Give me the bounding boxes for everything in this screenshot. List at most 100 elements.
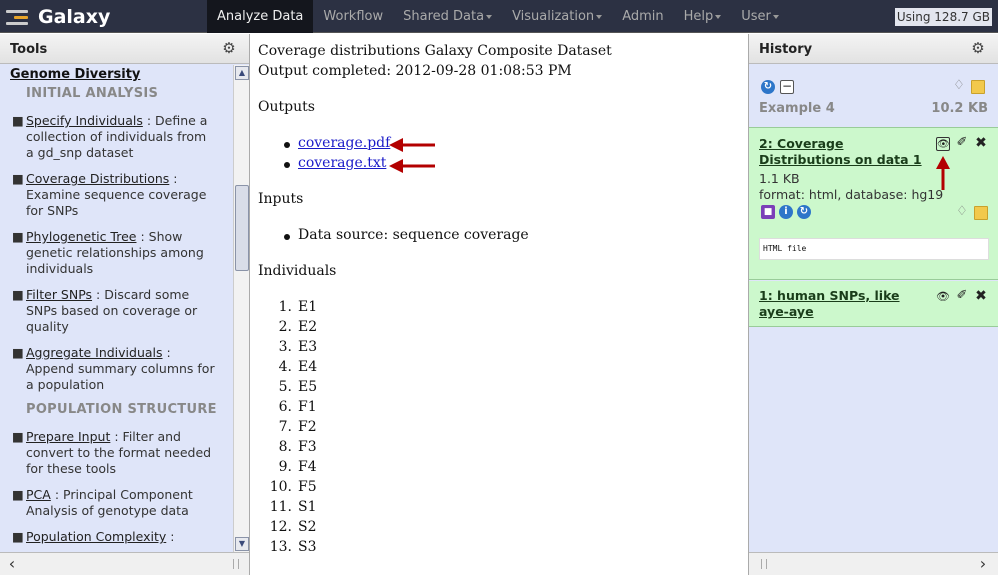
tools-scrollbar[interactable]: ▲ ▼ <box>233 65 249 552</box>
pencil-icon[interactable]: ✐ <box>955 136 969 150</box>
history-panel-footer: › <box>749 552 998 575</box>
nav-label: Shared Data <box>403 9 485 24</box>
tool-link-filter-snps[interactable]: Filter SNPs <box>26 287 92 302</box>
list-number: 12. <box>269 519 292 535</box>
list-number: 10. <box>269 479 292 495</box>
tool-link-prepare-input[interactable]: Prepare Input <box>26 429 110 444</box>
individual-item: F4 <box>298 459 317 475</box>
history-panel: History ⚙ ↻ − ♢ Example 4 10.2 KB 2: Cov… <box>748 34 998 575</box>
tools-title: Tools <box>10 42 48 57</box>
tool-link-phylogenetic-tree[interactable]: Phylogenetic Tree <box>26 229 136 244</box>
gear-icon[interactable]: ⚙ <box>970 40 986 56</box>
tool-item: ■ Filter SNPs : Discard some SNPs based … <box>12 287 216 335</box>
nav-label: User <box>741 9 771 24</box>
nav-workflow[interactable]: Workflow <box>313 0 393 33</box>
dataset-title: Coverage distributions Galaxy Composite … <box>258 43 612 59</box>
tool-item: ■ Population Complexity : <box>12 529 216 545</box>
tool-desc: : Principal Component Analysis of genoty… <box>26 487 193 518</box>
disk-usage: Using 128.7 GB <box>894 8 992 26</box>
tool-item: ■ Coverage Distributions : Examine seque… <box>12 171 216 219</box>
save-icon[interactable]: ■ <box>761 205 775 219</box>
tools-panel: Tools ⚙ Genome Diversity INITIAL ANALYSI… <box>0 34 250 575</box>
individual-item: S2 <box>298 519 317 535</box>
nav-label: Admin <box>622 9 664 24</box>
list-number: 8. <box>278 439 292 455</box>
individual-item: S3 <box>298 539 317 555</box>
dataset-item: 2: Coverage Distributions on data 1 👁 ✐ … <box>749 127 998 280</box>
bullet: ■ <box>12 113 24 128</box>
eye-icon[interactable]: 👁 <box>936 290 950 304</box>
bullet: ■ <box>12 429 24 444</box>
nav-visualization[interactable]: Visualization <box>502 0 612 33</box>
subhead-population-structure: POPULATION STRUCTURE <box>26 402 217 417</box>
tool-link-specify-individuals[interactable]: Specify Individuals <box>26 113 143 128</box>
nav-label: Help <box>683 9 714 24</box>
history-panel-header: History ⚙ <box>749 34 998 64</box>
list-number: 1. <box>278 299 292 315</box>
drag-handle-icon[interactable] <box>233 559 239 569</box>
tool-desc: : <box>170 529 175 544</box>
bullet: ■ <box>12 345 24 360</box>
nav-label: Analyze Data <box>217 9 304 24</box>
dataset-title-link[interactable]: 2: Coverage Distributions on data 1 <box>759 136 931 168</box>
tool-item: ■ Phylogenetic Tree : Show genetic relat… <box>12 229 216 277</box>
scrollbar-thumb[interactable] <box>235 185 249 271</box>
bullet: ■ <box>12 487 24 502</box>
bullet <box>284 142 290 148</box>
list-number: 4. <box>278 359 292 375</box>
scroll-up-arrow-icon[interactable]: ▲ <box>235 66 249 80</box>
dataset-size: 1.1 KB <box>759 171 800 186</box>
scroll-down-arrow-icon[interactable]: ▼ <box>235 537 249 551</box>
nav-analyze-data[interactable]: Analyze Data <box>207 0 314 33</box>
individual-item: E2 <box>298 319 318 335</box>
drag-handle-icon[interactable] <box>761 559 767 569</box>
tool-item: ■ Prepare Input : Filter and convert to … <box>12 429 216 477</box>
refresh-icon[interactable]: ↻ <box>761 80 775 94</box>
annotation-arrow-left-icon <box>389 138 435 173</box>
delete-x-icon[interactable]: ✖ <box>974 136 988 150</box>
history-size: 10.2 KB <box>931 101 988 116</box>
collapse-all-icon[interactable]: − <box>780 80 794 94</box>
tool-link-population-complexity[interactable]: Population Complexity <box>26 529 166 544</box>
dataset-item: 1: human SNPs, like aye-aye 👁 ✐ ✖ <box>749 281 998 327</box>
collapse-right-arrow-icon[interactable]: › <box>975 555 991 573</box>
list-number: 3. <box>278 339 292 355</box>
output-link-coverage-pdf[interactable]: coverage.pdf <box>298 135 390 151</box>
nav-user[interactable]: User <box>731 0 789 33</box>
nav-label: Visualization <box>512 9 595 24</box>
tag-icon[interactable]: ♢ <box>952 79 966 93</box>
eye-icon[interactable]: 👁 <box>936 137 950 151</box>
output-completed: Output completed: 2012-09-28 01:08:53 PM <box>258 63 572 79</box>
tool-item: ■ Aggregate Individuals : Append summary… <box>12 345 216 393</box>
individual-item: F5 <box>298 479 317 495</box>
nav-shared-data[interactable]: Shared Data <box>393 0 502 33</box>
tool-section-genome-diversity[interactable]: Genome Diversity <box>10 67 140 82</box>
list-number: 9. <box>278 459 292 475</box>
gear-icon[interactable]: ⚙ <box>221 40 237 56</box>
tools-panel-footer: ‹ <box>0 552 249 575</box>
rerun-icon[interactable]: ↻ <box>797 205 811 219</box>
nav-help[interactable]: Help <box>674 0 732 33</box>
collapse-left-arrow-icon[interactable]: ‹ <box>4 555 20 573</box>
list-number: 13. <box>269 539 292 555</box>
outputs-heading: Outputs <box>258 99 315 115</box>
tag-icon[interactable]: ♢ <box>955 205 969 219</box>
tool-link-pca[interactable]: PCA <box>26 487 51 502</box>
annotation-note-icon[interactable] <box>971 80 985 94</box>
bullet <box>284 234 290 240</box>
history-name[interactable]: Example 4 <box>759 101 835 116</box>
delete-x-icon[interactable]: ✖ <box>974 289 988 303</box>
output-link-coverage-txt[interactable]: coverage.txt <box>298 155 386 171</box>
pencil-icon[interactable]: ✐ <box>955 289 969 303</box>
dataset-title-link[interactable]: 1: human SNPs, like aye-aye <box>759 288 931 320</box>
list-number: 11. <box>269 499 292 515</box>
individual-item: F2 <box>298 419 317 435</box>
tool-link-coverage-distributions[interactable]: Coverage Distributions <box>26 171 169 186</box>
nav-admin[interactable]: Admin <box>612 0 673 33</box>
list-number: 7. <box>278 419 292 435</box>
info-icon[interactable]: i <box>779 205 793 219</box>
tool-link-aggregate-individuals[interactable]: Aggregate Individuals <box>26 345 163 360</box>
history-title: History <box>759 42 813 57</box>
brand[interactable]: Galaxy <box>6 4 110 29</box>
annotation-note-icon[interactable] <box>974 206 988 220</box>
